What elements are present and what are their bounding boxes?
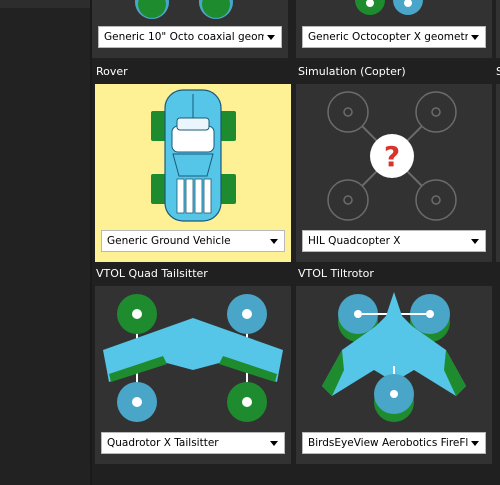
airframe-selection-grid: Generic 10" Octo coaxial geometry Generi… [92,0,500,485]
airframe-tile-octo-coaxial[interactable]: Generic 10" Octo coaxial geometry [92,0,288,58]
category-label-rover: Rover [96,65,128,78]
category-label-cut-off: S [496,65,500,78]
left-panel [0,0,90,485]
category-label-vtol-tiltrotor: VTOL Tiltrotor [298,267,374,280]
airframe-tile-ground-vehicle[interactable]: Generic Ground Vehicle [95,84,291,262]
ground-vehicle-select[interactable]: Generic Ground Vehicle [101,230,285,252]
airframe-tile-tailsitter[interactable]: Quadrotor X Tailsitter [95,286,291,464]
airframe-tile-hil-quad[interactable]: ? HIL Quadcopter X [296,84,492,262]
tailsitter-select[interactable]: Quadrotor X Tailsitter [101,432,285,454]
category-label-simulation: Simulation (Copter) [298,65,406,78]
category-label-vtol-tailsitter: VTOL Quad Tailsitter [96,267,208,280]
airframe-tile-tiltrotor[interactable]: BirdsEyeView Aerobotics FireFly6 [296,286,492,464]
airframe-tile-partial-2[interactable] [496,84,500,262]
left-panel-item[interactable] [0,0,90,8]
question-mark-icon: ? [384,140,400,173]
airframe-tile-partial[interactable] [496,0,500,58]
airframe-tile-octo-x[interactable]: Generic Octocopter X geometry [296,0,492,58]
tiltrotor-select[interactable]: BirdsEyeView Aerobotics FireFly6 [302,432,486,454]
hil-quad-select[interactable]: HIL Quadcopter X [302,230,486,252]
octo-x-select[interactable]: Generic Octocopter X geometry [302,26,486,48]
octo-coaxial-select[interactable]: Generic 10" Octo coaxial geometry [98,26,282,48]
